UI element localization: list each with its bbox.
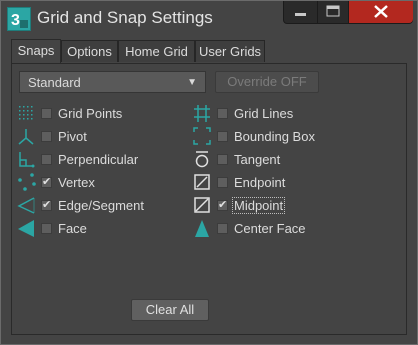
tab-home-grid[interactable]: Home Grid — [118, 40, 195, 62]
vertex-checkbox[interactable]: ✔ — [41, 177, 52, 188]
endpoint-icon — [193, 173, 215, 193]
grid-lines-label: Grid Lines — [234, 106, 294, 121]
pivot-icon — [17, 127, 39, 147]
perpendicular-checkbox[interactable] — [41, 154, 52, 165]
endpoint-label: Endpoint — [234, 175, 286, 190]
tab-user-grids[interactable]: User Grids — [195, 40, 265, 62]
edge-segment-label: Edge/Segment — [58, 198, 145, 213]
snap-center-face[interactable]: Center Face — [193, 219, 353, 239]
close-icon[interactable] — [348, 1, 413, 23]
maximize-icon[interactable] — [317, 1, 348, 23]
bounding-box-label: Bounding Box — [234, 129, 315, 144]
pivot-checkbox[interactable] — [41, 131, 52, 142]
face-checkbox[interactable] — [41, 223, 52, 234]
midpoint-icon — [193, 196, 215, 216]
midpoint-checkbox[interactable]: ✔ — [217, 200, 228, 211]
grid-points-icon — [17, 104, 39, 124]
window-controls — [283, 1, 413, 24]
grid-points-label: Grid Points — [58, 106, 123, 121]
pivot-label: Pivot — [58, 129, 87, 144]
face-icon — [17, 219, 39, 239]
snap-face[interactable]: Face — [17, 219, 177, 239]
perpendicular-icon — [17, 150, 39, 170]
tab-bar: Snaps Options Home Grid User Grids — [11, 39, 411, 63]
face-label: Face — [58, 221, 87, 236]
clear-all-button[interactable]: Clear All — [131, 299, 209, 321]
vertex-label: Vertex — [58, 175, 95, 190]
snap-perpendicular[interactable]: Perpendicular — [17, 150, 177, 170]
title-bar[interactable]: 3 Grid and Snap Settings — [1, 1, 417, 35]
snap-bounding-box[interactable]: Bounding Box — [193, 127, 353, 147]
snap-pivot[interactable]: Pivot — [17, 127, 177, 147]
center-face-icon — [193, 219, 215, 239]
snap-midpoint[interactable]: ✔ Midpoint — [193, 196, 353, 216]
snap-endpoint[interactable]: Endpoint — [193, 173, 353, 193]
chevron-down-icon: ▼ — [187, 77, 197, 88]
svg-text:3: 3 — [11, 12, 20, 29]
center-face-label: Center Face — [234, 221, 306, 236]
grid-points-checkbox[interactable] — [41, 108, 52, 119]
grid-lines-icon — [193, 104, 215, 124]
vertex-icon — [17, 173, 39, 193]
snap-grid-points[interactable]: Grid Points — [17, 104, 177, 124]
3ds-max-icon: 3 — [7, 7, 31, 31]
tangent-label: Tangent — [234, 152, 281, 167]
edge-segment-icon — [17, 196, 39, 216]
midpoint-label: Midpoint — [231, 197, 286, 214]
snap-preset-value: Standard — [28, 75, 81, 90]
snap-tangent[interactable]: Tangent — [193, 150, 353, 170]
snap-grid-lines[interactable]: Grid Lines — [193, 104, 353, 124]
snap-vertex[interactable]: ✔ Vertex — [17, 173, 177, 193]
window-title: Grid and Snap Settings — [37, 8, 213, 27]
grid-snap-settings-window: 3 Grid and Snap Settings Snaps Options H… — [0, 0, 418, 345]
minimize-icon[interactable] — [284, 1, 317, 23]
center-face-checkbox[interactable] — [217, 223, 228, 234]
grid-lines-checkbox[interactable] — [217, 108, 228, 119]
override-button[interactable]: Override OFF — [215, 71, 319, 93]
edge-segment-checkbox[interactable]: ✔ — [41, 200, 52, 211]
bounding-box-icon — [193, 127, 215, 147]
perpendicular-label: Perpendicular — [58, 152, 139, 167]
endpoint-checkbox[interactable] — [217, 177, 228, 188]
bounding-box-checkbox[interactable] — [217, 131, 228, 142]
snap-edge-segment[interactable]: ✔ Edge/Segment — [17, 196, 177, 216]
tab-options[interactable]: Options — [61, 40, 118, 62]
tangent-icon — [193, 150, 215, 170]
tangent-checkbox[interactable] — [217, 154, 228, 165]
tab-snaps[interactable]: Snaps — [11, 39, 61, 63]
snap-preset-dropdown[interactable]: Standard ▼ — [19, 71, 206, 93]
